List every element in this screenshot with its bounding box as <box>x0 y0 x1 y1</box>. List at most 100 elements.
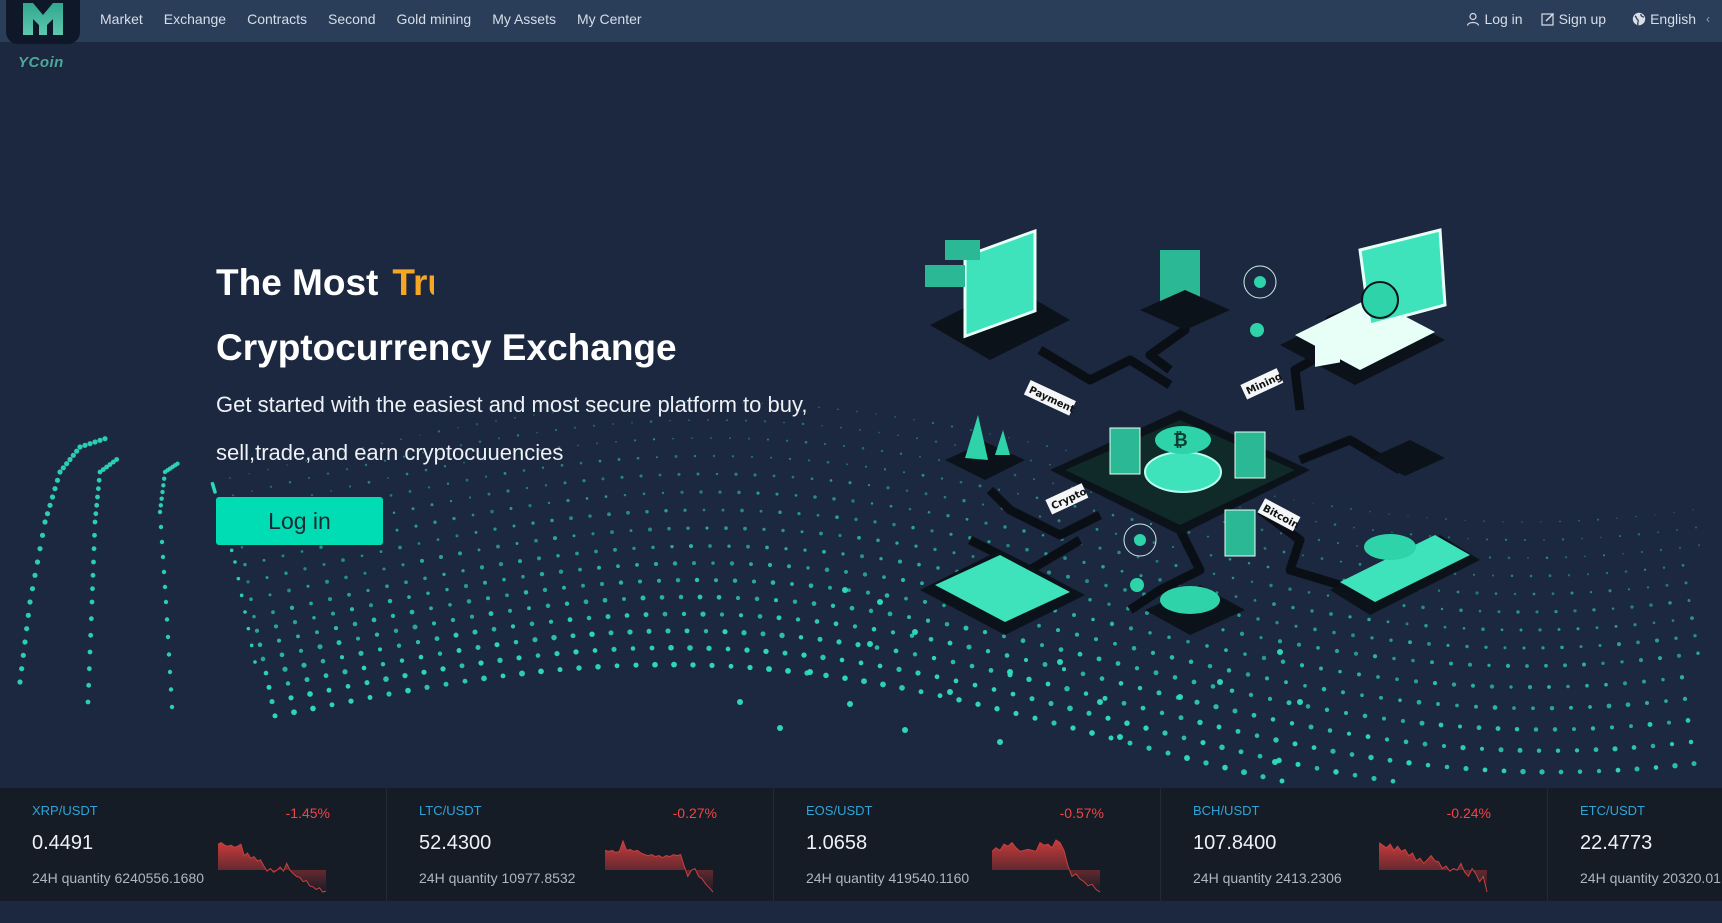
nav-gold-mining[interactable]: Gold mining <box>396 11 471 27</box>
particle-dot <box>613 547 617 552</box>
particle-dot <box>670 544 674 549</box>
nav-second[interactable]: Second <box>328 11 375 27</box>
particle-dot <box>728 663 734 669</box>
particle-dot <box>77 444 83 450</box>
nav-exchange[interactable]: Exchange <box>164 11 226 27</box>
particle-dot <box>1080 671 1086 677</box>
particle-dot <box>653 561 659 567</box>
particle-dot <box>729 437 731 440</box>
ticker-item-etc[interactable]: ETC/USDT 22.4773 24H quantity 20320.01 <box>1548 788 1722 901</box>
particle-dot <box>855 642 861 648</box>
nav-my-assets[interactable]: My Assets <box>492 11 556 27</box>
particle-dot <box>387 477 389 480</box>
particle-dot <box>1032 715 1038 721</box>
particle-dot <box>1635 515 1637 518</box>
particle-dot <box>820 654 826 661</box>
particle-dot <box>886 486 890 490</box>
particle-dot <box>1159 710 1165 716</box>
ticker-item-ltc[interactable]: LTC/USDT -0.27% 52.4300 24H quantity 109… <box>387 788 774 901</box>
particle-dot <box>377 647 383 652</box>
particle-dot <box>862 572 868 577</box>
particle-dot <box>1197 719 1203 726</box>
particle-dot <box>289 605 295 610</box>
particle-dot <box>1592 608 1596 612</box>
particle-dot <box>1585 683 1589 688</box>
particle-dot <box>387 598 393 604</box>
particle-dot <box>1691 761 1697 767</box>
logo[interactable] <box>6 0 80 44</box>
particle-dot <box>446 482 450 485</box>
particle-dot <box>42 519 48 525</box>
particle-dot <box>841 552 845 556</box>
particle-dot <box>414 524 418 528</box>
nav-contracts[interactable]: Contracts <box>247 11 307 27</box>
ticker-item-eos[interactable]: EOS/USDT -0.57% 1.0658 24H quantity 4195… <box>774 788 1161 901</box>
particle-dot <box>1463 766 1469 772</box>
ticker-change: -0.57% <box>1059 805 1104 821</box>
particle-dot <box>1658 656 1662 661</box>
language-selector[interactable]: English ‹ <box>1632 11 1710 27</box>
particle-dot <box>732 578 738 583</box>
particle-dot <box>1622 552 1624 555</box>
particle-dot <box>740 508 744 513</box>
particle-dot <box>697 594 703 600</box>
particle-dot <box>379 550 383 554</box>
particle-dot <box>452 516 456 521</box>
particle-dot <box>88 616 94 622</box>
particle-dot <box>994 706 1000 712</box>
particle-dot <box>1140 705 1146 711</box>
ticker-change: -0.24% <box>1446 805 1491 821</box>
particle-dot <box>240 545 244 549</box>
particle-dot <box>1451 682 1457 687</box>
ticker-item-xrp[interactable]: XRP/USDT -1.45% 0.4491 24H quantity 6240… <box>0 788 387 901</box>
particle-dot <box>893 415 897 418</box>
nav-market[interactable]: Market <box>100 11 143 27</box>
header-login-link[interactable]: Log in <box>1466 11 1523 27</box>
particle-dot <box>161 476 167 481</box>
particle-dot <box>1169 655 1175 660</box>
particle-dot <box>776 615 782 621</box>
hero-login-button[interactable]: Log in <box>216 497 383 545</box>
particle-dot <box>322 563 326 566</box>
particle-dot <box>1441 743 1447 749</box>
particle-dot <box>1232 708 1238 714</box>
particle-dot <box>1061 667 1067 672</box>
particle-dot <box>1272 759 1278 765</box>
particle-dot <box>594 549 598 554</box>
particle-dot <box>633 662 639 668</box>
particle-dot <box>1611 607 1615 610</box>
particle-dot <box>544 484 548 487</box>
particle-dot <box>1270 717 1276 722</box>
particle-dot <box>842 587 848 593</box>
particle-dot <box>471 513 475 517</box>
particle-dot <box>735 595 741 601</box>
particle-dot <box>260 656 266 662</box>
particle-dot <box>575 551 579 556</box>
particle-dot <box>34 559 41 565</box>
ticker-item-bch[interactable]: BCH/USDT -0.24% 107.8400 24H quantity 24… <box>1161 788 1548 901</box>
particle-dot <box>291 709 297 716</box>
particle-dot <box>555 429 557 431</box>
particle-dot <box>1602 554 1606 557</box>
nav-my-center[interactable]: My Center <box>577 11 642 27</box>
particle-dot <box>1679 675 1685 680</box>
particle-dot <box>95 494 100 500</box>
particle-dot <box>249 597 253 601</box>
particle-dot <box>657 578 661 583</box>
ticker-pair: LTC/USDT <box>419 803 482 818</box>
particle-dot <box>1519 628 1523 632</box>
particle-dot <box>890 630 896 635</box>
particle-dot <box>312 616 316 620</box>
particle-dot <box>788 457 792 461</box>
particle-dot <box>620 475 624 479</box>
particle-dot <box>766 666 772 672</box>
particle-dot <box>1501 768 1507 774</box>
header-signup-link[interactable]: Sign up <box>1540 11 1606 27</box>
particle-dot <box>1286 700 1292 706</box>
particle-dot <box>1608 589 1612 593</box>
particle-dot <box>405 472 409 476</box>
particle-dot <box>614 663 620 669</box>
particle-dot <box>304 677 310 683</box>
particle-dot <box>1641 551 1643 553</box>
particle-dot <box>778 510 782 515</box>
